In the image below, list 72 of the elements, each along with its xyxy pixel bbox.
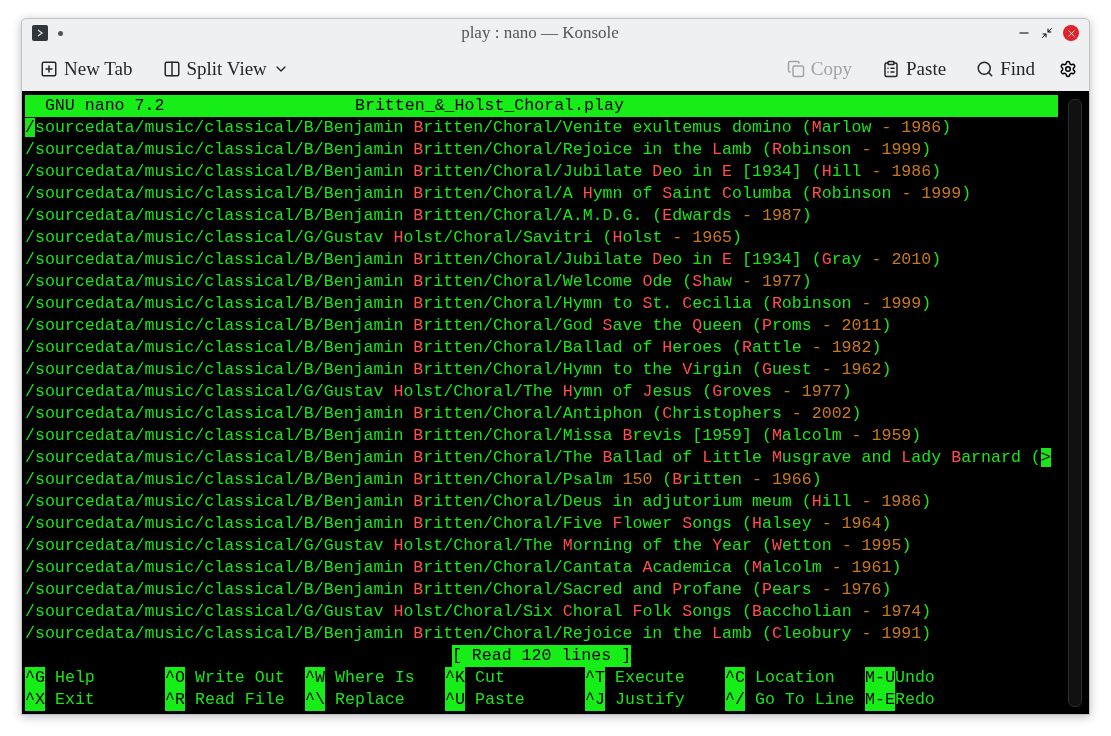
file-line: /sourcedata/music/classical/G/Gustav Holst/Choral/Six Choral Folk Songs (Baccholian - 1974)	[25, 601, 933, 623]
settings-icon[interactable]	[1059, 60, 1077, 79]
shortcut-label: Justify	[615, 689, 686, 711]
shortcut-key: ^G	[25, 667, 45, 689]
shortcut-key: ^R	[165, 689, 185, 711]
search-icon	[976, 60, 995, 79]
paste-button[interactable]: Paste	[876, 58, 953, 81]
file-line: /sourcedata/music/classical/G/Gustav Holst/Choral/Savitri (Holst - 1965)	[25, 227, 744, 249]
file-line: /sourcedata/music/classical/B/Benjamin Britten/Choral/Deus in adjutorium meum (Hill - 1986)	[25, 491, 933, 513]
file-line: /sourcedata/music/classical/G/Gustav Holst/Choral/The Morning of the Year (Wetton - 1995)	[25, 535, 913, 557]
shortcut-label: Help	[55, 667, 96, 689]
file-line: /sourcedata/music/classical/B/Benjamin Britten/Choral/Hymn to the Virgin (Guest - 1962)	[25, 359, 893, 381]
columns-icon	[162, 60, 181, 79]
tab-plus-icon	[40, 60, 58, 79]
file-line: /sourcedata/music/classical/B/Benjamin Britten/Choral/Jubilate Deo in E [1934] (Hill - 1986)	[25, 161, 943, 183]
shortcut-label: Go To Line	[755, 689, 856, 711]
shortcut-key: ^\	[305, 689, 325, 711]
file-line: /sourcedata/music/classical/B/Benjamin Britten/Choral/Cantata Academica (Malcolm - 1961)	[25, 557, 903, 579]
file-line: /sourcedata/music/classical/B/Benjamin Britten/Choral/A.M.D.G. (Edwards - 1987)	[25, 205, 813, 227]
shortcut-key: ^T	[585, 667, 605, 689]
shortcut-label: Replace	[335, 689, 406, 711]
file-line: /sourcedata/music/classical/B/Benjamin Britten/Choral/Venite exultemus domino (Marlow - 1986)	[25, 117, 953, 139]
shortcut-key: ^C	[725, 667, 745, 689]
shortcut-key: ^J	[585, 689, 605, 711]
shortcut-key: ^X	[25, 689, 45, 711]
file-name: Britten_&_Holst_Choral.play	[355, 95, 624, 117]
file-line: /sourcedata/music/classical/B/Benjamin Britten/Choral/Psalm 150 (Britten - 1966)	[25, 469, 823, 491]
file-line: /sourcedata/music/classical/B/Benjamin Britten/Choral/Rejoice in the Lamb (Robinson - 1999)	[25, 139, 933, 161]
file-line: /sourcedata/music/classical/B/Benjamin Britten/Choral/The Ballad of Little Musgrave and Lady Barnard (>	[25, 447, 1052, 469]
nano-version: GNU nano 7.2	[43, 95, 166, 117]
shortcut-label: Paste	[475, 689, 526, 711]
file-line: /sourcedata/music/classical/B/Benjamin Britten/Choral/God Save the Queen (Proms - 2011)	[25, 315, 893, 337]
split-button[interactable]: Split View	[156, 58, 295, 81]
find-button[interactable]: Find	[970, 58, 1041, 81]
shortcut-key: ^U	[445, 689, 465, 711]
file-line: /sourcedata/music/classical/B/Benjamin Britten/Choral/Welcome Ode (Shaw - 1977)	[25, 271, 813, 293]
shortcut-label: Redo	[895, 689, 936, 711]
shortcut-label: Location	[755, 667, 836, 689]
shortcut-key: ^W	[305, 667, 325, 689]
restore-icon[interactable]	[1041, 27, 1053, 40]
clipboard-icon	[882, 60, 901, 79]
status-message: [ Read 120 lines ]	[451, 645, 632, 667]
file-line: /sourcedata/music/classical/B/Benjamin Britten/Choral/Five Flower Songs (Halsey - 1964)	[25, 513, 893, 535]
pin-dot-icon[interactable]	[58, 30, 63, 36]
scrollbar[interactable]	[1068, 99, 1082, 707]
window-title: play : nano — Konsole	[460, 23, 620, 44]
shortcut-label: Write Out	[195, 667, 286, 689]
shortcut-key: ^K	[445, 667, 465, 689]
shortcut-key: M-U	[865, 667, 895, 689]
shortcut-key: M-E	[865, 689, 895, 711]
close-icon	[1065, 27, 1077, 39]
file-line: /sourcedata/music/classical/B/Benjamin Britten/Choral/Ballad of Heroes (Rattle - 1982)	[25, 337, 883, 359]
file-line: /sourcedata/music/classical/B/Benjamin Britten/Choral/Sacred and Profane (Pears - 1976)	[25, 579, 893, 601]
shortcut-label: Where Is	[335, 667, 416, 689]
shortcut-label: Execute	[615, 667, 686, 689]
file-line: /sourcedata/music/classical/B/Benjamin Britten/Choral/Hymn to St. Cecilia (Robinson - 1999)	[25, 293, 933, 315]
shortcut-key: ^O	[165, 667, 185, 689]
shortcut-label: Undo	[895, 667, 936, 689]
shortcut-label: Exit	[55, 689, 96, 711]
file-line: /sourcedata/music/classical/B/Benjamin Britten/Choral/Jubilate Deo in E [1934] (Gray - 2010)	[25, 249, 943, 271]
close-button[interactable]	[1063, 25, 1079, 42]
terminal-icon	[32, 25, 48, 42]
shortcut-label: Cut	[475, 667, 506, 689]
file-line: /sourcedata/music/classical/B/Benjamin Britten/Choral/A Hymn of Saint Columba (Robinson - 1999)	[25, 183, 973, 205]
file-line: /sourcedata/music/classical/G/Gustav Holst/Choral/The Hymn of Jesus (Groves - 1977)	[25, 381, 853, 403]
file-line: /sourcedata/music/classical/B/Benjamin Britten/Choral/Rejoice in the Lamb (Cleobury - 1991)	[25, 623, 933, 645]
copy-icon	[786, 60, 805, 79]
shortcut-key: ^/	[725, 689, 745, 711]
shortcut-label: Read File	[195, 689, 286, 711]
file-line: /sourcedata/music/classical/B/Benjamin Britten/Choral/Antiphon (Christophers - 2002)	[25, 403, 863, 425]
file-line: /sourcedata/music/classical/B/Benjamin Britten/Choral/Missa Brevis [1959] (Malcolm - 1959)	[25, 425, 923, 447]
new-tab-button[interactable]: New Tab	[34, 58, 139, 81]
